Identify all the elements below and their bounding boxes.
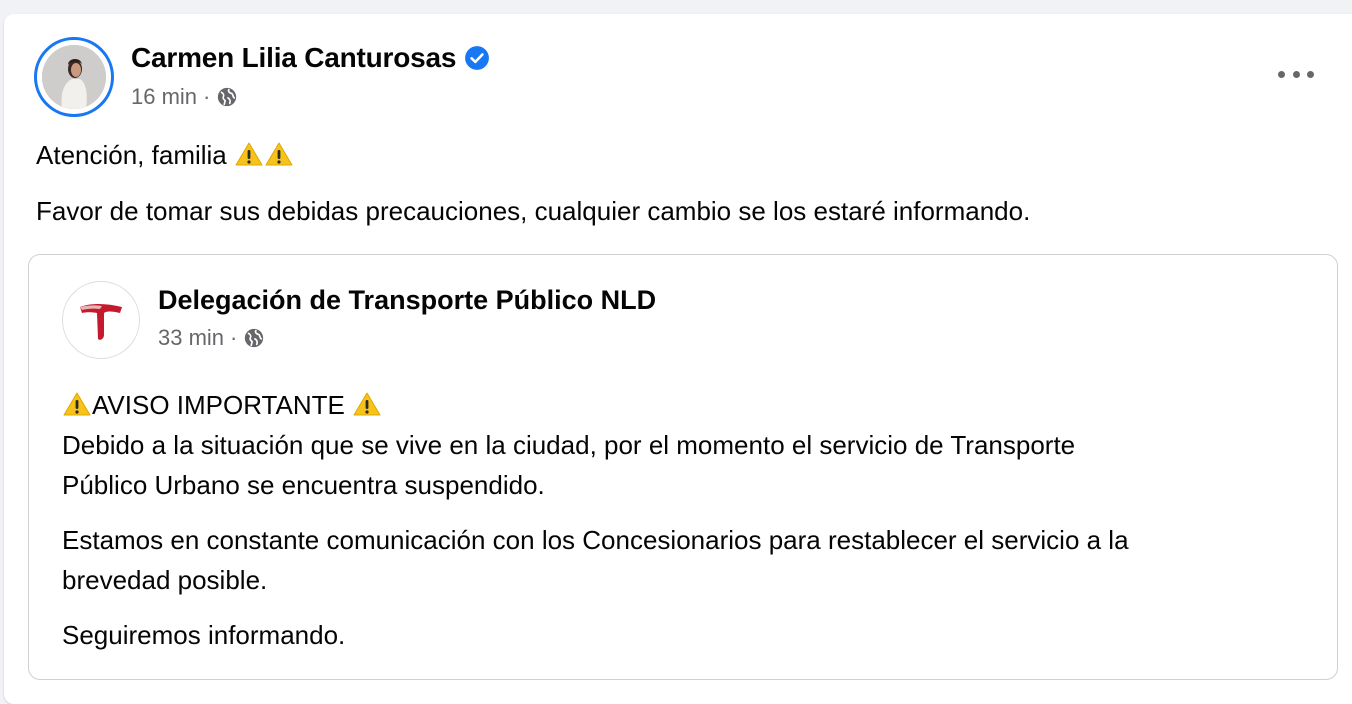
- globe-icon[interactable]: [216, 86, 238, 108]
- shared-heading: AVISO IMPORTANTE: [92, 390, 345, 420]
- shared-paragraph-1-line-2: Público Urbano se encuentra suspendido.: [62, 470, 545, 500]
- more-options-icon[interactable]: [1278, 62, 1314, 86]
- author-name[interactable]: Carmen Lilia Canturosas: [131, 42, 456, 74]
- dot: [1307, 70, 1314, 78]
- page-avatar[interactable]: [62, 281, 140, 359]
- verified-badge-icon: [465, 46, 490, 70]
- warning-icon: [63, 392, 91, 416]
- transport-logo-icon: [80, 304, 122, 340]
- post-text-line-1: Atención, familia: [36, 140, 294, 171]
- warning-icon: [353, 392, 381, 416]
- shared-paragraph-3: Seguiremos informando.: [62, 620, 346, 650]
- meta-separator: ·: [203, 84, 211, 109]
- shared-post-meta: 33 min ·: [158, 325, 265, 351]
- shared-heading-row: AVISO IMPORTANTE: [62, 385, 1312, 425]
- avatar-photo: [42, 45, 106, 109]
- author-name-row: Carmen Lilia Canturosas: [131, 42, 490, 74]
- globe-icon[interactable]: [243, 327, 265, 349]
- warning-icon: [235, 142, 263, 166]
- meta-separator: ·: [230, 325, 238, 350]
- warning-icon: [265, 142, 293, 166]
- shared-paragraph-1-line-1: Debido a la situación que se vive en la …: [62, 430, 1076, 460]
- shared-post-timestamp[interactable]: 33 min: [158, 325, 224, 351]
- author-avatar[interactable]: [34, 37, 114, 117]
- post-text-line-2: Favor de tomar sus debidas precauciones,…: [36, 196, 1031, 226]
- post-timestamp[interactable]: 16 min: [131, 84, 197, 110]
- shared-paragraph-2-line-2: brevedad posible.: [62, 565, 268, 595]
- dot: [1292, 70, 1300, 78]
- dot: [1278, 70, 1285, 78]
- shared-post[interactable]: Delegación de Transporte Público NLD 33 …: [28, 254, 1338, 680]
- page-name[interactable]: Delegación de Transporte Público NLD: [158, 285, 656, 316]
- post-meta: 16 min ·: [131, 84, 238, 110]
- post-text-greeting: Atención, familia: [36, 140, 227, 170]
- shared-paragraph-2-line-1: Estamos en constante comunicación con lo…: [62, 525, 1129, 555]
